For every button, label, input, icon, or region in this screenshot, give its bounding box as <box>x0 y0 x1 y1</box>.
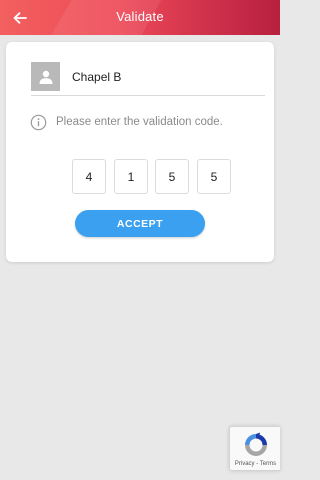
code-digit-2[interactable]: 1 <box>114 159 148 194</box>
code-digit-3[interactable]: 5 <box>155 159 189 194</box>
person-icon <box>39 70 52 84</box>
info-text: Please enter the validation code. <box>56 116 223 128</box>
validation-card: Chapel B Please enter the validation cod… <box>6 42 274 262</box>
recaptcha-icon <box>245 432 267 456</box>
user-row: Chapel B <box>31 62 265 96</box>
code-digit-1[interactable]: 4 <box>72 159 106 194</box>
accept-button[interactable]: ACCEPT <box>75 210 205 237</box>
recaptcha-links: Privacy - Terms <box>230 461 281 467</box>
recaptcha-badge[interactable]: Privacy - Terms <box>229 426 280 471</box>
info-circle-icon <box>30 114 47 131</box>
code-digit-4[interactable]: 5 <box>197 159 231 194</box>
user-name: Chapel B <box>72 70 122 84</box>
terms-link[interactable]: Terms <box>260 461 276 467</box>
page-title: Validate <box>116 9 164 24</box>
info-row: Please enter the validation code. <box>30 114 264 132</box>
app-header: Validate <box>0 0 280 35</box>
privacy-link[interactable]: Privacy <box>235 461 255 467</box>
avatar <box>31 62 60 91</box>
